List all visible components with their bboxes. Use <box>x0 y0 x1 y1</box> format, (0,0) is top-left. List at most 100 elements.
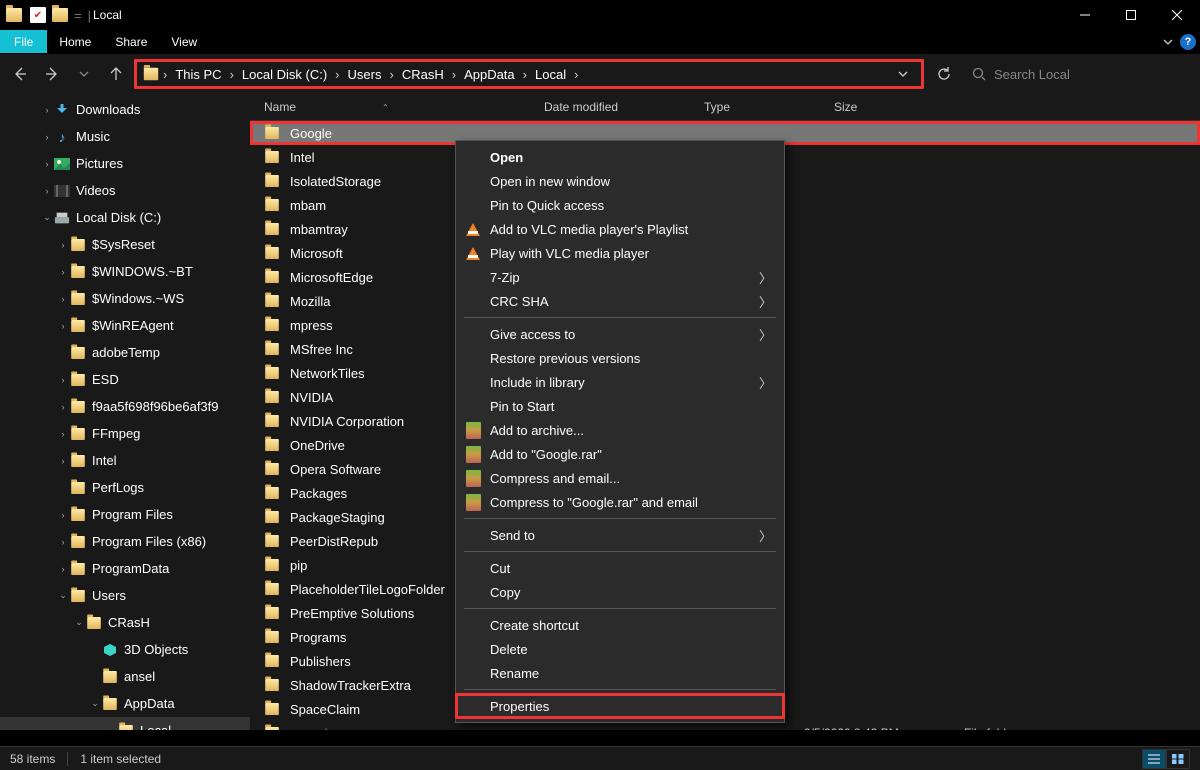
back-button[interactable] <box>6 60 34 88</box>
expand-icon[interactable]: › <box>56 321 70 331</box>
tree-item[interactable]: ›ESD <box>0 366 250 393</box>
tree-item[interactable]: ›$Windows.~WS <box>0 285 250 312</box>
context-menu-item[interactable]: Copy <box>456 580 784 604</box>
tree-item[interactable]: ›Downloads <box>0 96 250 123</box>
tree-item[interactable]: ›Pictures <box>0 150 250 177</box>
expand-icon[interactable]: › <box>56 564 70 574</box>
context-menu-item[interactable]: Add to archive... <box>456 418 784 442</box>
column-headers[interactable]: Name⌃ Date modified Type Size <box>250 94 1200 121</box>
expand-icon[interactable]: › <box>56 456 70 466</box>
expand-icon[interactable]: › <box>104 726 118 731</box>
context-menu-item[interactable]: Open <box>456 145 784 169</box>
context-menu-item[interactable]: CRC SHA〉 <box>456 289 784 313</box>
column-type[interactable]: Type <box>704 100 834 114</box>
context-menu-item[interactable]: Restore previous versions <box>456 346 784 370</box>
expand-icon[interactable]: ⌄ <box>88 698 102 709</box>
tree-item[interactable]: ›Local <box>0 717 250 730</box>
view-details-button[interactable] <box>1142 749 1166 769</box>
help-icon[interactable]: ? <box>1180 34 1196 50</box>
context-menu-item[interactable]: Properties <box>456 694 784 718</box>
context-menu-item[interactable]: Pin to Start <box>456 394 784 418</box>
tree-item[interactable]: ›FFmpeg <box>0 420 250 447</box>
expand-icon[interactable]: › <box>56 510 70 520</box>
chevron-right-icon[interactable]: › <box>385 67 397 82</box>
expand-icon[interactable]: › <box>56 402 70 412</box>
tree-item[interactable]: ›Program Files (x86) <box>0 528 250 555</box>
tree-item[interactable]: ⌄CRasH <box>0 609 250 636</box>
tree-item[interactable]: ›f9aa5f698f96be6af3f9 <box>0 393 250 420</box>
context-menu-item[interactable]: Compress to "Google.rar" and email <box>456 490 784 514</box>
tree-item[interactable]: ⌄Users <box>0 582 250 609</box>
context-menu-item[interactable]: Send to〉 <box>456 523 784 547</box>
expand-icon[interactable]: › <box>40 186 54 196</box>
chevron-right-icon[interactable]: › <box>159 67 171 82</box>
context-menu-item[interactable]: Compress and email... <box>456 466 784 490</box>
forward-button[interactable] <box>38 60 66 88</box>
expand-icon[interactable]: › <box>40 132 54 142</box>
view-icons-button[interactable] <box>1166 749 1190 769</box>
breadcrumb-segment[interactable]: AppData <box>460 67 519 82</box>
breadcrumb-segment[interactable]: This PC <box>171 67 225 82</box>
tree-item[interactable]: PerfLogs <box>0 474 250 501</box>
expand-icon[interactable]: › <box>56 240 70 250</box>
search-input[interactable]: Search Local <box>964 59 1194 89</box>
quickaccess-icon[interactable] <box>30 7 46 23</box>
tree-item[interactable]: 3D Objects <box>0 636 250 663</box>
view-tab[interactable]: View <box>159 30 209 53</box>
context-menu-item[interactable]: Rename <box>456 661 784 685</box>
address-bar[interactable]: › This PC›Local Disk (C:)›Users›CRasH›Ap… <box>134 59 924 89</box>
tree-item[interactable]: ›Program Files <box>0 501 250 528</box>
expand-icon[interactable]: › <box>56 294 70 304</box>
tree-item[interactable]: ⌄Local Disk (C:) <box>0 204 250 231</box>
expand-icon[interactable]: › <box>40 159 54 169</box>
chevron-right-icon[interactable]: › <box>331 67 343 82</box>
tree-item[interactable]: ⌄AppData <box>0 690 250 717</box>
context-menu-item[interactable]: Add to "Google.rar" <box>456 442 784 466</box>
context-menu-item[interactable]: Include in library〉 <box>456 370 784 394</box>
expand-icon[interactable]: › <box>56 375 70 385</box>
minimize-button[interactable] <box>1062 0 1108 30</box>
tree-item[interactable]: adobeTemp <box>0 339 250 366</box>
file-tab[interactable]: File <box>0 30 47 53</box>
expand-icon[interactable]: › <box>40 105 54 115</box>
chevron-right-icon[interactable]: › <box>570 67 582 82</box>
navigation-tree[interactable]: ›Downloads›♪Music›Pictures›Videos⌄Local … <box>0 94 250 730</box>
chevron-right-icon[interactable]: › <box>226 67 238 82</box>
recent-locations-icon[interactable] <box>70 60 98 88</box>
home-tab[interactable]: Home <box>47 30 103 53</box>
expand-icon[interactable]: › <box>56 267 70 277</box>
tree-item[interactable]: ›$WinREAgent <box>0 312 250 339</box>
expand-icon[interactable]: ⌄ <box>40 212 54 223</box>
column-size[interactable]: Size <box>834 100 924 114</box>
share-tab[interactable]: Share <box>103 30 159 53</box>
context-menu-item[interactable]: Cut <box>456 556 784 580</box>
maximize-button[interactable] <box>1108 0 1154 30</box>
close-button[interactable] <box>1154 0 1200 30</box>
breadcrumb-segment[interactable]: Local <box>531 67 570 82</box>
refresh-button[interactable] <box>928 59 960 89</box>
chevron-right-icon[interactable]: › <box>448 67 460 82</box>
tree-item[interactable]: ›$SysReset <box>0 231 250 258</box>
up-button[interactable] <box>102 60 130 88</box>
breadcrumb-segment[interactable]: Users <box>344 67 386 82</box>
chevron-right-icon[interactable]: › <box>519 67 531 82</box>
column-name[interactable]: Name <box>264 100 296 114</box>
context-menu-item[interactable]: Add to VLC media player's Playlist <box>456 217 784 241</box>
tree-item[interactable]: ›Videos <box>0 177 250 204</box>
tree-item[interactable]: ›$WINDOWS.~BT <box>0 258 250 285</box>
breadcrumb-segment[interactable]: CRasH <box>398 67 448 82</box>
context-menu-item[interactable]: Open in new window <box>456 169 784 193</box>
expand-icon[interactable]: › <box>56 537 70 547</box>
context-menu-item[interactable]: Delete <box>456 637 784 661</box>
context-menu-item[interactable]: Pin to Quick access <box>456 193 784 217</box>
context-menu-item[interactable]: Play with VLC media player <box>456 241 784 265</box>
column-date[interactable]: Date modified <box>544 100 704 114</box>
tree-item[interactable]: ansel <box>0 663 250 690</box>
context-menu-item[interactable]: Give access to〉 <box>456 322 784 346</box>
tree-item[interactable]: ›ProgramData <box>0 555 250 582</box>
breadcrumb-segment[interactable]: Local Disk (C:) <box>238 67 331 82</box>
address-dropdown-icon[interactable] <box>891 68 915 80</box>
context-menu-item[interactable]: Create shortcut <box>456 613 784 637</box>
expand-icon[interactable]: ⌄ <box>56 590 70 601</box>
expand-icon[interactable]: ⌄ <box>72 617 86 628</box>
